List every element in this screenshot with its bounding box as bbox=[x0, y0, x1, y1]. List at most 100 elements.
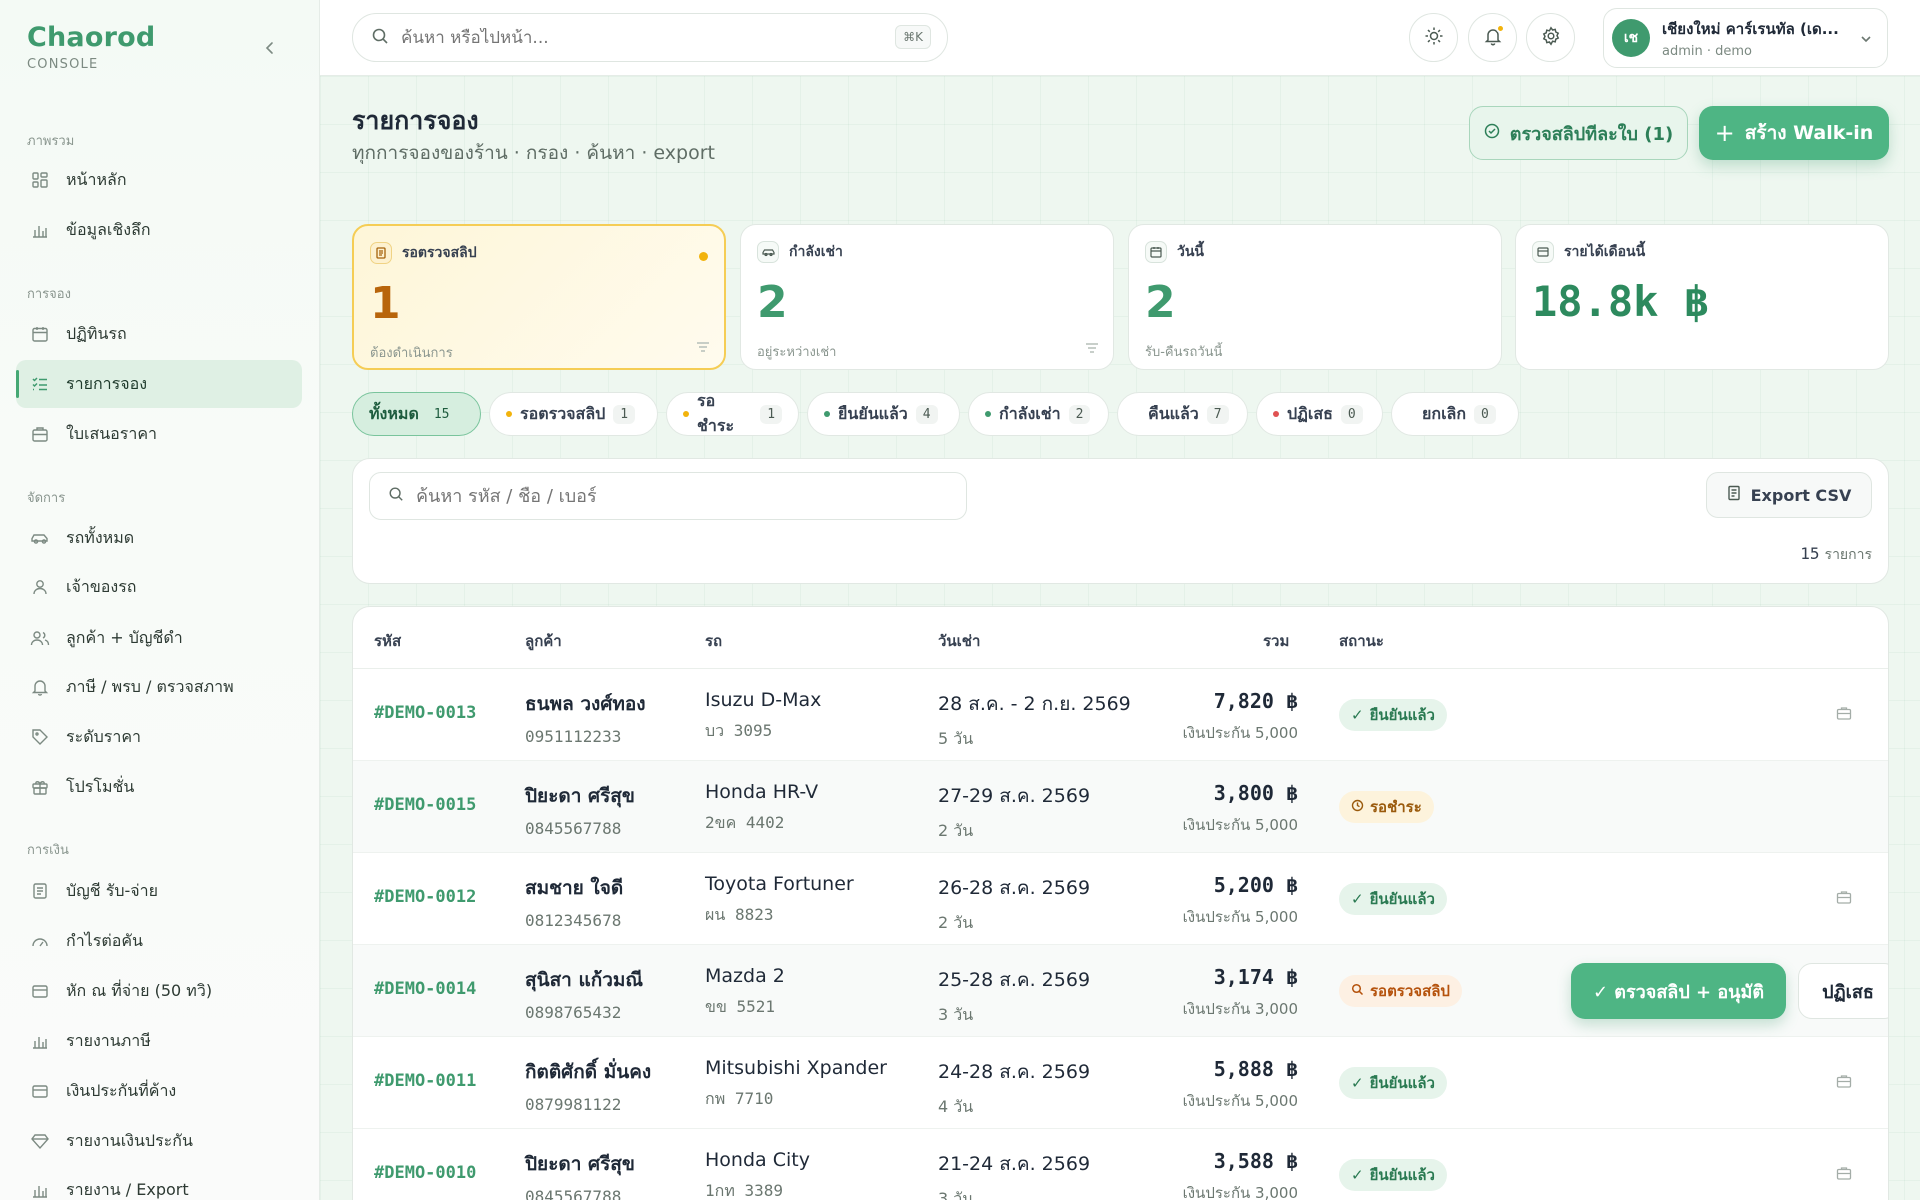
check-icon: ✓ bbox=[1351, 890, 1364, 908]
export-csv-label: Export CSV bbox=[1750, 485, 1852, 505]
table-row[interactable]: #DEMO-0012 สมชาย ใจดี 0812345678 Toyota F… bbox=[353, 853, 1888, 945]
column-header-total[interactable]: รวม bbox=[1263, 629, 1289, 653]
briefcase-icon[interactable] bbox=[1836, 705, 1852, 725]
deposit-amount: เงินประกัน 3,000 bbox=[1182, 1184, 1298, 1200]
export-csv-button[interactable]: Export CSV bbox=[1706, 472, 1872, 518]
column-header-dates[interactable]: วันเช่า bbox=[938, 629, 980, 653]
chip-count: 15 bbox=[433, 406, 450, 422]
stat-card-monthly-revenue[interactable]: รายได้เดือนนี้ 18.8k ฿ bbox=[1515, 224, 1889, 370]
sidebar-item-pending-deposits[interactable]: เงินประกันที่ค้าง bbox=[16, 1067, 302, 1115]
filter-chip-renting[interactable]: กำลังเช่า 2 bbox=[968, 392, 1109, 436]
sidebar-item-label: ภาษี / พรบ / ตรวจสภาพ bbox=[66, 676, 234, 696]
card-icon bbox=[30, 1081, 50, 1101]
filter-chip-cancelled[interactable]: ยกเลิก 0 bbox=[1391, 392, 1519, 436]
filter-chip-awaiting-payment[interactable]: รอชำระ 1 bbox=[666, 391, 799, 436]
account-role: admin · demo bbox=[1662, 44, 1752, 59]
table-row[interactable]: #DEMO-0013 ธนพล วงศ์ทอง 0951112233 Isuzu … bbox=[353, 669, 1888, 761]
sidebar-item-tax-report[interactable]: รายงานภาษี bbox=[16, 1017, 302, 1065]
settings-button[interactable] bbox=[1526, 13, 1575, 62]
sidebar-item-tax-inspection[interactable]: ภาษี / พรบ / ตรวจสภาพ bbox=[16, 663, 302, 711]
sidebar-item-ledger[interactable]: บัญชี รับ-จ่าย bbox=[16, 867, 302, 915]
booking-code[interactable]: #DEMO-0013 bbox=[374, 703, 476, 723]
sidebar-item-quotations[interactable]: ใบเสนอราคา bbox=[16, 410, 302, 458]
global-search[interactable]: ⌘K bbox=[352, 13, 948, 62]
column-header-customer[interactable]: ลูกค้า bbox=[525, 629, 562, 653]
user-icon bbox=[30, 577, 50, 597]
car-plate: บว 3095 bbox=[705, 721, 773, 740]
sidebar-item-car-owners[interactable]: เจ้าของรถ bbox=[16, 563, 302, 611]
booking-code[interactable]: #DEMO-0012 bbox=[374, 887, 476, 907]
rental-dates: 28 ส.ค. - 2 ก.ย. 2569 bbox=[938, 693, 1131, 715]
table-row[interactable]: #DEMO-0011 กิตติศักดิ์ มั่นคง 0879981122 … bbox=[353, 1037, 1888, 1129]
table-row[interactable]: #DEMO-0015 ปิยะดา ศรีสุข 0845567788 Honda… bbox=[353, 761, 1888, 853]
booking-code[interactable]: #DEMO-0011 bbox=[374, 1071, 476, 1091]
briefcase-icon[interactable] bbox=[1836, 889, 1852, 909]
booking-search-input[interactable] bbox=[416, 485, 936, 507]
sidebar: Chaorod CONSOLE ภาพรวม หน้าหลัก ข้อมูลเช… bbox=[0, 0, 320, 1200]
briefcase-icon bbox=[30, 424, 50, 444]
brand[interactable]: Chaorod CONSOLE bbox=[27, 22, 155, 72]
alert-dot bbox=[699, 252, 708, 261]
sidebar-item-deposit-report[interactable]: รายงานเงินประกัน bbox=[16, 1117, 302, 1165]
collapse-sidebar-icon[interactable] bbox=[262, 40, 278, 56]
status-badge: ✓ ยืนยันแล้ว bbox=[1339, 1067, 1447, 1099]
filter-chip-rejected[interactable]: ปฏิเสธ 0 bbox=[1256, 392, 1383, 436]
column-header-car[interactable]: รถ bbox=[705, 629, 722, 653]
sidebar-item-bookings[interactable]: รายการจอง bbox=[16, 360, 302, 408]
account-switcher[interactable]: เช เชียงใหม่ คาร์เรนทัล (เด... admin · d… bbox=[1603, 8, 1888, 68]
filter-chip-returned[interactable]: คืนแล้ว 7 bbox=[1117, 392, 1248, 436]
chip-count: 7 bbox=[1206, 404, 1229, 424]
sidebar-item-insights[interactable]: ข้อมูลเชิงลึก bbox=[16, 206, 302, 254]
deposit-amount: เงินประกัน 5,000 bbox=[1182, 816, 1298, 834]
briefcase-icon[interactable] bbox=[1836, 1073, 1852, 1093]
chip-count: 0 bbox=[1340, 404, 1363, 424]
stat-card-pending-slips[interactable]: รอตรวจสลิป 1 ต้องดำเนินการ bbox=[352, 224, 726, 370]
tag-icon bbox=[30, 727, 50, 747]
sidebar-item-profit-per-car[interactable]: กำไรต่อคัน bbox=[16, 917, 302, 965]
sidebar-item-customers[interactable]: ลูกค้า + บัญชีดำ bbox=[16, 614, 302, 662]
brand-sub: CONSOLE bbox=[27, 57, 99, 72]
card-icon bbox=[30, 981, 50, 1001]
booking-code[interactable]: #DEMO-0010 bbox=[374, 1163, 476, 1183]
rental-days: 5 วัน bbox=[938, 729, 974, 748]
review-slips-button[interactable]: ตรวจสลิปทีละใบ (1) bbox=[1469, 106, 1688, 160]
sidebar-item-price-tiers[interactable]: ระดับราคา bbox=[16, 713, 302, 761]
sidebar-item-calendar[interactable]: ปฏิทินรถ bbox=[16, 310, 302, 358]
car-plate: ผน 8823 bbox=[705, 905, 774, 924]
deposit-amount: เงินประกัน 5,000 bbox=[1182, 908, 1298, 926]
search-icon bbox=[388, 486, 404, 506]
sidebar-item-all-cars[interactable]: รถทั้งหมด bbox=[16, 514, 302, 562]
filter-chip-all[interactable]: ทั้งหมด 15 bbox=[352, 392, 481, 436]
customer-phone: 0812345678 bbox=[525, 911, 622, 930]
table-row[interactable]: #DEMO-0014 สุนิสา แก้วมณี 0898765432 Mazd… bbox=[353, 945, 1888, 1037]
booking-code[interactable]: #DEMO-0014 bbox=[374, 979, 476, 999]
table-row[interactable]: #DEMO-0010 ปิยะดา ศรีสุข 0845567788 Honda… bbox=[353, 1129, 1888, 1200]
create-walkin-button[interactable]: + สร้าง Walk-in bbox=[1699, 106, 1889, 160]
car-model: Honda City bbox=[705, 1149, 810, 1171]
briefcase-icon[interactable] bbox=[1836, 1165, 1852, 1185]
filter-chip-confirmed[interactable]: ยืนยันแล้ว 4 bbox=[807, 392, 960, 436]
sidebar-item-promotions[interactable]: โปรโมชั่น bbox=[16, 763, 302, 811]
result-count-unit: รายการ bbox=[1824, 547, 1872, 563]
sidebar-item-export-report[interactable]: รายงาน / Export bbox=[16, 1166, 302, 1200]
chip-count: 4 bbox=[915, 404, 938, 424]
sidebar-item-home[interactable]: หน้าหลัก bbox=[16, 156, 302, 204]
filter-chip-pending-slip[interactable]: รอตรวจสลิป 1 bbox=[489, 392, 658, 436]
notifications-button[interactable] bbox=[1468, 13, 1517, 62]
users-icon bbox=[30, 628, 50, 648]
booking-search[interactable] bbox=[369, 472, 967, 520]
theme-toggle-button[interactable] bbox=[1409, 13, 1458, 62]
reject-button[interactable]: ปฏิเสธ bbox=[1798, 963, 1888, 1019]
check-icon: ✓ bbox=[1351, 1074, 1364, 1092]
column-header-code[interactable]: รหัส bbox=[374, 629, 401, 653]
card-icon bbox=[1532, 241, 1554, 263]
chip-count: 0 bbox=[1474, 404, 1496, 424]
column-header-status[interactable]: สถานะ bbox=[1339, 629, 1384, 653]
sidebar-item-withholding-tax[interactable]: หัก ณ ที่จ่าย (50 ทวิ) bbox=[16, 967, 302, 1015]
booking-code[interactable]: #DEMO-0015 bbox=[374, 795, 476, 815]
global-search-input[interactable] bbox=[401, 27, 881, 48]
stat-card-renting[interactable]: กำลังเช่า 2 อยู่ระหว่างเช่า bbox=[740, 224, 1114, 370]
approve-slip-button[interactable]: ✓ ตรวจสลิป + อนุมัติ bbox=[1571, 963, 1786, 1019]
stat-card-today[interactable]: วันนี้ 2 รับ-คืนรถวันนี้ bbox=[1128, 224, 1502, 370]
receipt-icon bbox=[30, 881, 50, 901]
